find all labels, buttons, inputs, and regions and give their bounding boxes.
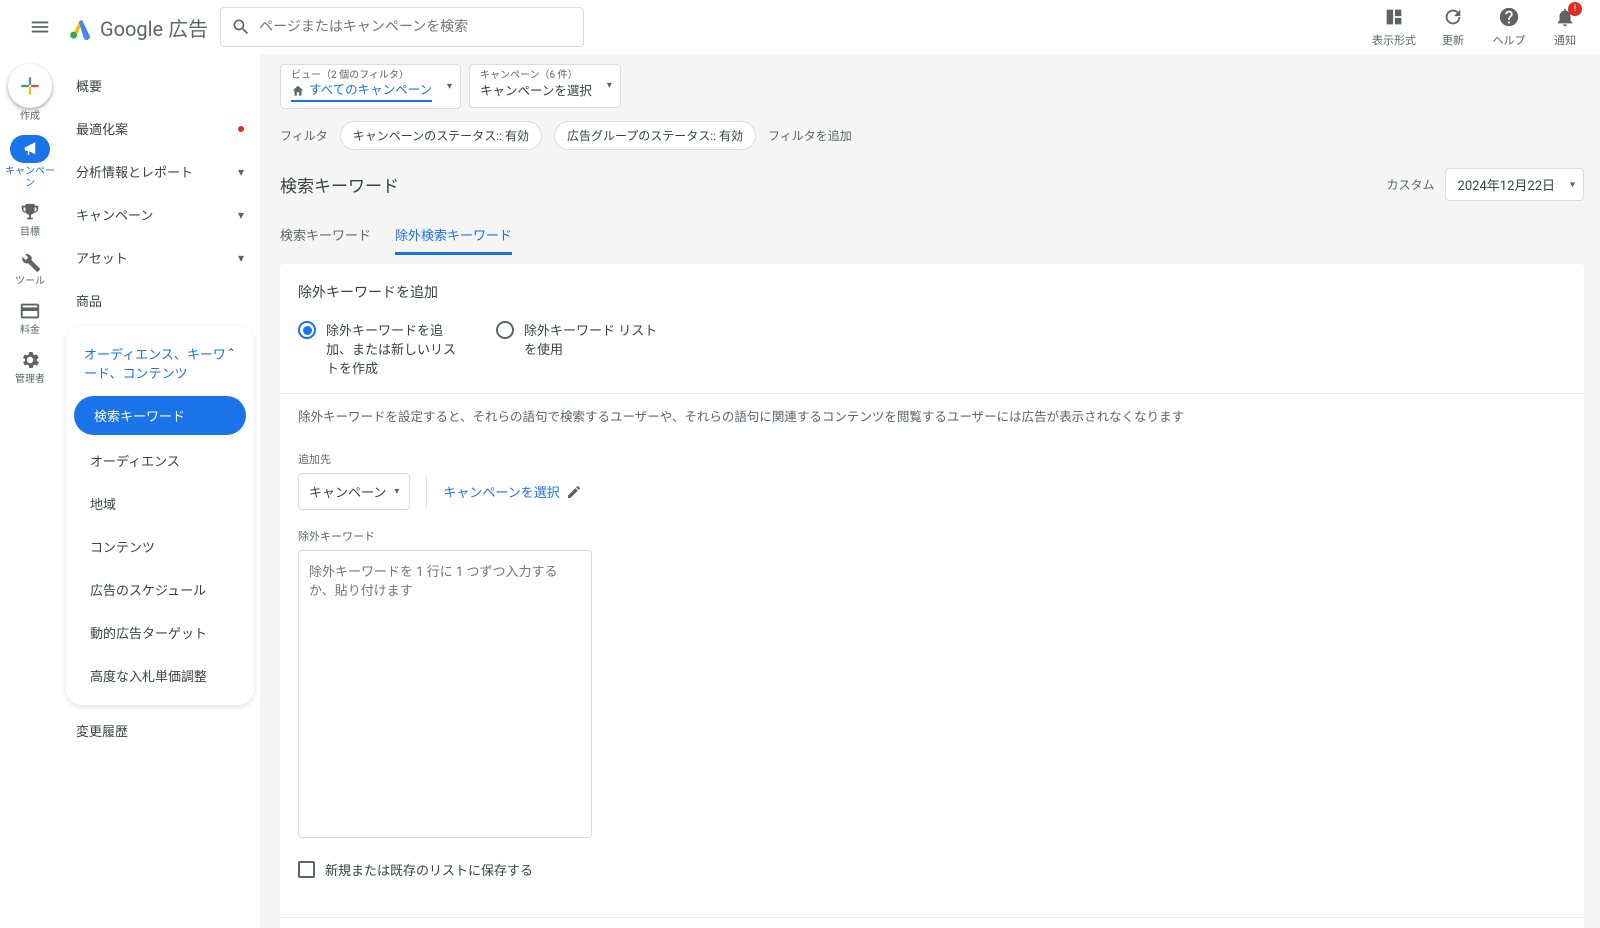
megaphone-icon: [21, 140, 39, 158]
nav-dynamic-targets[interactable]: 動的広告ターゲット: [66, 611, 254, 654]
scope-crumbs: ビュー（2 個のフィルタ） すべてのキャンペーン ▾ キャンペーン（6 件） キ…: [280, 64, 1584, 109]
search-input[interactable]: [259, 19, 573, 35]
audiences-panel: オーディエンス、キーワード、コンテンツ ⌃ 検索キーワード オーディエンス 地域…: [66, 326, 254, 705]
rail-admin[interactable]: 管理者: [2, 349, 58, 386]
help-tool[interactable]: ヘルプ: [1490, 6, 1528, 48]
nav-insights[interactable]: 分析情報とレポート▾: [60, 150, 260, 193]
nav-products[interactable]: 商品: [60, 279, 260, 322]
notifications-tool[interactable]: ! 通知: [1546, 6, 1584, 48]
tools-icon: [19, 251, 41, 273]
left-rail: 作成 キャンペーン 目標 ツール 料金 管理者: [0, 54, 60, 928]
select-campaign-link[interactable]: キャンペーンを選択: [443, 482, 581, 501]
keyword-tabs: 検索キーワード 除外検索キーワード: [280, 217, 1584, 256]
title-row: 検索キーワード カスタム 2024年12月22日 ▾: [280, 168, 1584, 201]
pencil-icon: [566, 484, 582, 500]
product-logo[interactable]: Google 広告: [68, 13, 208, 42]
radio-icon: [496, 321, 514, 339]
nav-campaigns[interactable]: キャンペーン▾: [60, 193, 260, 236]
panel-header[interactable]: オーディエンス、キーワード、コンテンツ ⌃: [66, 334, 254, 392]
dropdown-icon: ▾: [607, 79, 612, 93]
ads-logo-icon: [68, 14, 94, 40]
rail-billing[interactable]: 料金: [2, 300, 58, 337]
gear-icon: [19, 349, 41, 371]
nav-overview[interactable]: 概要: [60, 64, 260, 107]
campaign-selector[interactable]: キャンペーン（6 件） キャンペーンを選択 ▾: [469, 64, 621, 108]
appearance-icon: [1383, 6, 1405, 28]
dropdown-icon: ▾: [394, 486, 399, 497]
campaign-pill: [10, 135, 50, 163]
add-to-select[interactable]: キャンペーン ▾: [298, 473, 410, 510]
radio-add-new[interactable]: 除外キーワードを追加、または新しいリストを作成: [298, 320, 468, 377]
date-range-picker[interactable]: 2024年12月22日 ▾: [1445, 168, 1584, 201]
nav-bid-adjust[interactable]: 高度な入札単価調整: [66, 654, 254, 697]
filter-chip-campaign-status[interactable]: キャンペーンのステータス:: 有効: [340, 121, 542, 150]
fab-icon-wrap: [8, 64, 52, 108]
keywords-label: 除外キーワード: [298, 528, 1566, 544]
secondary-nav: 概要 最適化案 分析情報とレポート▾ キャンペーン▾ アセット▾ 商品 オーディ…: [60, 54, 260, 928]
dropdown-icon: ▾: [447, 80, 452, 94]
panel-title: 除外キーワードを追加: [298, 282, 1566, 302]
create-button[interactable]: 作成: [2, 64, 58, 123]
nav-audiences[interactable]: オーディエンス: [66, 439, 254, 482]
home-icon: [291, 84, 305, 98]
radio-icon: [298, 321, 316, 339]
filters-label: フィルタ: [280, 127, 328, 144]
nav-assets[interactable]: アセット▾: [60, 236, 260, 279]
header-tools: 表示形式 更新 ヘルプ ! 通知: [1372, 6, 1584, 48]
filters-bar: フィルタ キャンペーンのステータス:: 有効 広告グループのステータス:: 有効…: [280, 121, 1584, 150]
help-icon: [1498, 6, 1520, 28]
card-icon: [19, 300, 41, 322]
view-selector[interactable]: ビュー（2 個のフィルタ） すべてのキャンペーン ▾: [280, 64, 461, 109]
appearance-tool[interactable]: 表示形式: [1372, 6, 1416, 48]
radio-use-list[interactable]: 除外キーワード リストを使用: [496, 320, 666, 377]
chevron-down-icon: ▾: [238, 251, 244, 265]
app-header: Google 広告 表示形式 更新 ヘルプ ! 通知: [0, 0, 1600, 54]
plus-icon: [17, 73, 43, 99]
global-search[interactable]: [220, 7, 584, 47]
rail-campaigns[interactable]: キャンペーン: [2, 135, 58, 190]
save-to-list-row[interactable]: 新規または既存のリストに保存する: [298, 860, 1566, 879]
rail-goals[interactable]: 目標: [2, 202, 58, 239]
main-content: ビュー（2 個のフィルタ） すべてのキャンペーン ▾ キャンペーン（6 件） キ…: [260, 54, 1600, 928]
nav-ad-schedule[interactable]: 広告のスケジュール: [66, 568, 254, 611]
page-title: 検索キーワード: [280, 172, 399, 197]
divider: [426, 477, 427, 507]
refresh-tool[interactable]: 更新: [1434, 6, 1472, 48]
tab-negative-keywords[interactable]: 除外検索キーワード: [395, 217, 512, 255]
negative-keywords-panel: 除外キーワードを追加 除外キーワードを追加、または新しいリストを作成 除外キーワ…: [280, 264, 1584, 928]
nav-content[interactable]: コンテンツ: [66, 525, 254, 568]
notification-badge: !: [1568, 2, 1582, 16]
panel-description: 除外キーワードを設定すると、それらの語句で検索するユーザーや、それらの語句に関連…: [280, 393, 1584, 437]
nav-search-keywords[interactable]: 検索キーワード: [74, 396, 246, 435]
chevron-up-icon: ⌃: [226, 346, 236, 360]
refresh-icon: [1442, 6, 1464, 28]
tab-search-keywords[interactable]: 検索キーワード: [280, 217, 371, 255]
menu-icon: [29, 16, 51, 38]
dropdown-icon: ▾: [1570, 179, 1575, 190]
hamburger-menu[interactable]: [16, 3, 64, 51]
trophy-icon: [19, 202, 41, 224]
search-icon: [231, 17, 251, 37]
negative-keywords-input[interactable]: [298, 550, 592, 838]
add-to-label: 追加先: [298, 451, 1566, 467]
add-filter[interactable]: フィルタを追加: [768, 127, 852, 144]
filter-chip-adgroup-status[interactable]: 広告グループのステータス:: 有効: [554, 121, 756, 150]
rail-tools[interactable]: ツール: [2, 251, 58, 288]
chevron-down-icon: ▾: [238, 165, 244, 179]
checkbox-icon: [298, 861, 315, 878]
panel-footer: 保存 キャンセル: [280, 917, 1584, 928]
date-range-label: カスタム: [1387, 176, 1435, 193]
nav-locations[interactable]: 地域: [66, 482, 254, 525]
nav-recommendations[interactable]: 最適化案: [60, 107, 260, 150]
product-name: Google 広告: [100, 13, 208, 42]
chevron-down-icon: ▾: [238, 208, 244, 222]
nav-change-history[interactable]: 変更履歴: [60, 709, 260, 752]
